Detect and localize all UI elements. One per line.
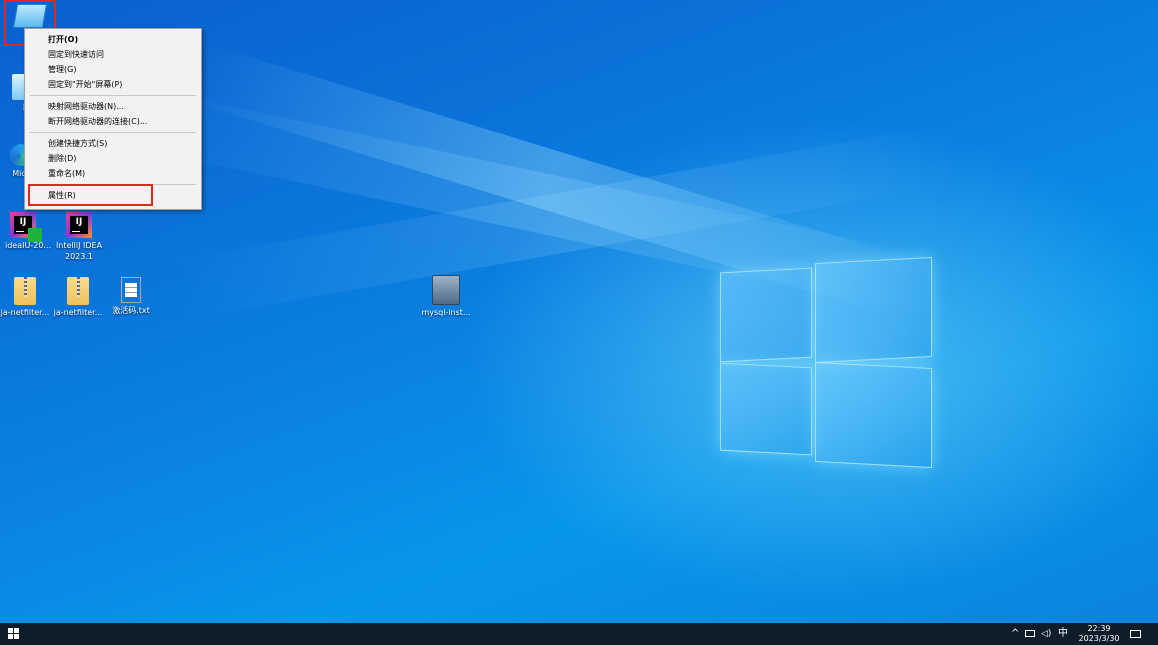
installer-icon xyxy=(432,275,460,305)
menu-item-map-network-drive[interactable]: 映射网络驱动器(N)... xyxy=(25,99,201,114)
tray-chevron-icon[interactable]: ^ xyxy=(1011,623,1019,645)
taskbar: ^ ◁) 中 22:39 2023/3/30 xyxy=(0,623,1158,645)
menu-separator xyxy=(30,95,196,96)
zip-folder-icon xyxy=(67,277,89,305)
intellij-installer-icon: IJ xyxy=(10,212,42,242)
windows-logo-wallpaper xyxy=(720,255,932,470)
text-file-icon xyxy=(121,277,141,303)
icon-label: IntelliJ IDEA 2023.1 xyxy=(55,241,103,261)
start-button[interactable] xyxy=(8,628,19,639)
network-icon[interactable] xyxy=(1025,623,1037,645)
menu-item-rename[interactable]: 重命名(M) xyxy=(25,166,201,181)
notification-icon[interactable] xyxy=(1130,623,1142,645)
menu-separator xyxy=(30,132,196,133)
menu-item-delete[interactable]: 删除(D) xyxy=(25,151,201,166)
icon-label: 激活码.txt xyxy=(112,306,150,315)
icon-label: mysql-inst... xyxy=(421,308,471,317)
icon-label: ja-netfilter... xyxy=(0,308,50,317)
ime-indicator[interactable]: 中 xyxy=(1058,623,1068,645)
clock-date: 2023/3/30 xyxy=(1078,634,1120,643)
ja-netfilter-zip-icon[interactable]: ja-netfilter... xyxy=(50,277,106,318)
windows-icon xyxy=(8,628,13,633)
menu-item-disconnect-network-drive[interactable]: 断开网络驱动器的连接(C)... xyxy=(25,114,201,129)
volume-icon[interactable]: ◁) xyxy=(1041,623,1051,645)
menu-item-pin-quick-access[interactable]: 固定到快速访问 xyxy=(25,47,201,62)
context-menu: 打开(O) 固定到快速访问 管理(G) 固定到"开始"屏幕(P) 映射网络驱动器… xyxy=(24,28,202,210)
clock-time: 22:39 xyxy=(1087,624,1111,633)
intellij-logo-icon: IJ xyxy=(66,212,92,238)
icon-label: ja-netfilter... xyxy=(53,308,103,317)
ideaiu-installer-icon[interactable]: IJ ideaIU-20... xyxy=(0,212,56,251)
menu-item-open[interactable]: 打开(O) xyxy=(25,32,201,47)
highlight-box-properties xyxy=(28,184,153,206)
clock[interactable]: 22:39 2023/3/30 xyxy=(1076,624,1122,644)
icon-label: ideaIU-20... xyxy=(4,241,52,250)
mysql-installer-icon[interactable]: mysql-inst... xyxy=(418,275,474,318)
menu-item-pin-start[interactable]: 固定到"开始"屏幕(P) xyxy=(25,77,201,92)
menu-item-create-shortcut[interactable]: 创建快捷方式(S) xyxy=(25,136,201,151)
activation-code-txt-icon[interactable]: 激活码.txt xyxy=(103,277,159,316)
intellij-idea-icon[interactable]: IJ IntelliJ IDEA 2023.1 xyxy=(51,212,107,262)
zip-folder-icon xyxy=(14,277,36,305)
ja-netfilter-zip-icon[interactable]: ja-netfilter... xyxy=(0,277,53,318)
menu-item-manage[interactable]: 管理(G) xyxy=(25,62,201,77)
desktop-background[interactable]: 此 回 Micr Ed IJ ideaIU-20... IJ IntelliJ … xyxy=(0,0,1158,623)
